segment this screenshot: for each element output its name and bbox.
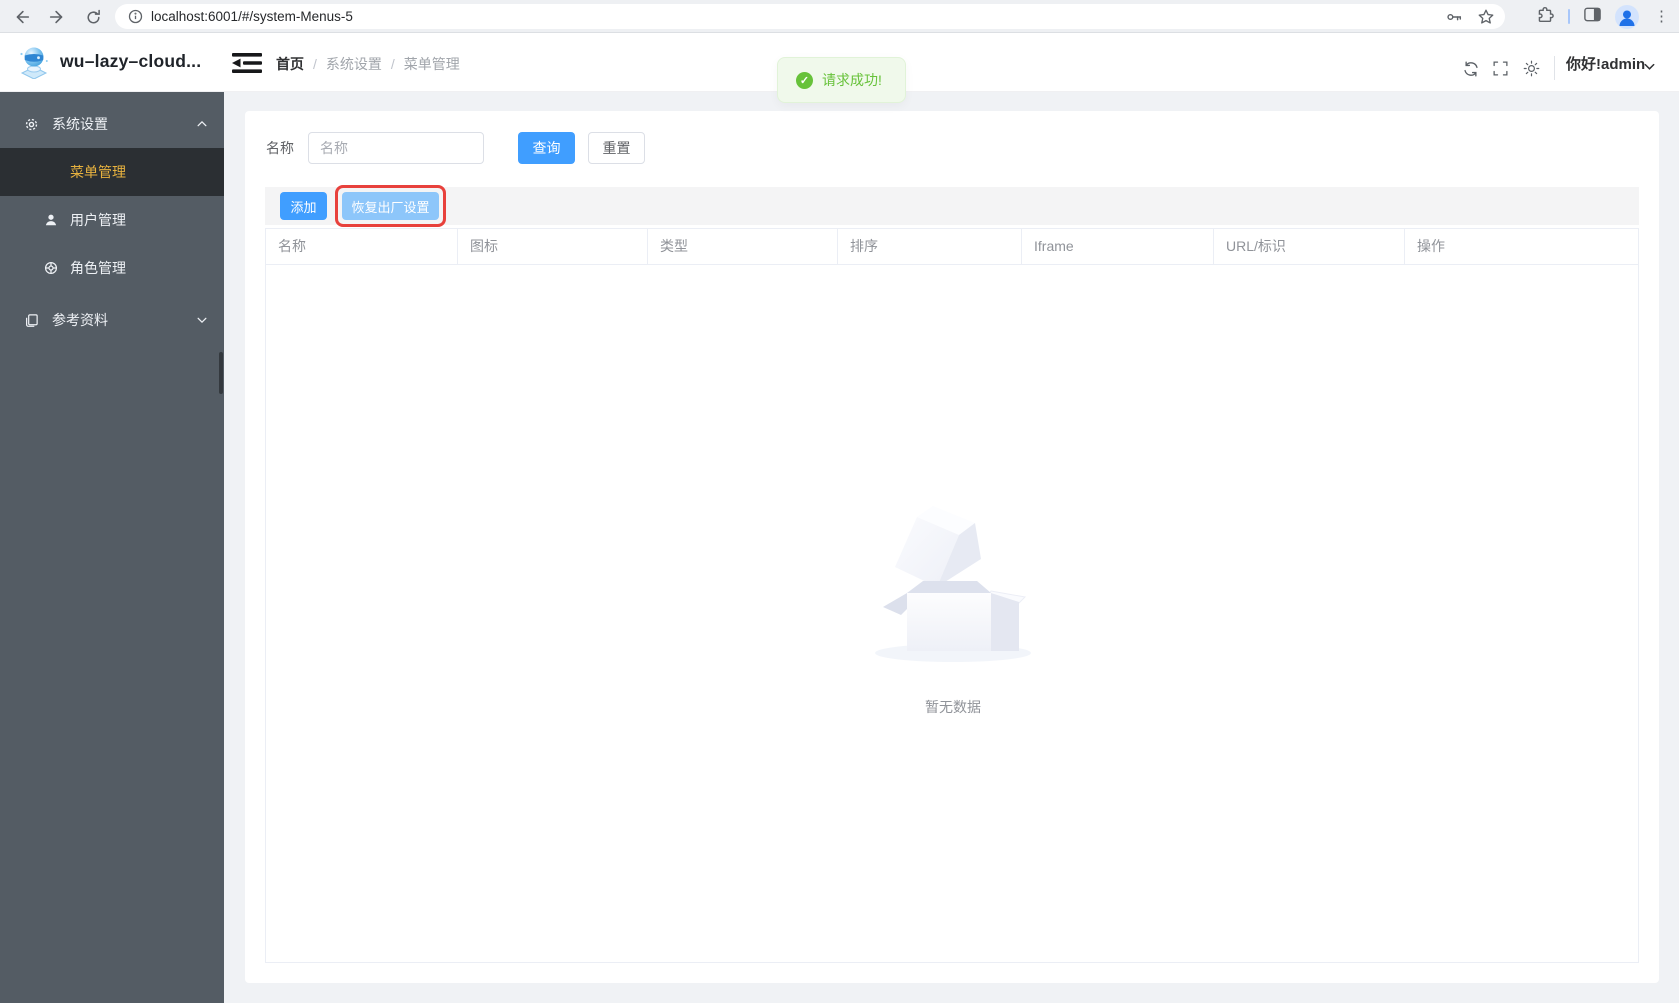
life-ring-icon [44, 261, 58, 275]
site-info-icon[interactable] [128, 9, 143, 29]
table-header-row: 名称 图标 类型 排序 Iframe URL/标识 操作 [266, 229, 1638, 265]
sidebar-item-menu-management[interactable]: 菜单管理 [0, 148, 224, 196]
success-check-icon: ✓ [796, 71, 813, 89]
sidebar-item-label: 角色管理 [70, 260, 126, 276]
breadcrumb: 首页 / 系统设置 / 菜单管理 [276, 54, 460, 74]
breadcrumb-home[interactable]: 首页 [276, 54, 304, 74]
menus-table: 名称 图标 类型 排序 Iframe URL/标识 操作 暂无数据 [265, 228, 1639, 963]
restore-factory-button[interactable]: 恢复出厂设置 [342, 192, 439, 220]
name-filter-label: 名称 [266, 140, 294, 156]
column-header-type[interactable]: 类型 [648, 229, 838, 265]
app-logo [20, 47, 48, 79]
documents-icon [24, 313, 39, 328]
success-toast: ✓ 请求成功! [777, 57, 906, 103]
sidebar-group-reference-materials[interactable]: 参考资料 [0, 296, 224, 344]
sidebar-item-user-management[interactable]: 用户管理 [0, 196, 224, 244]
browser-toolbar: localhost:6001/#/system-Menus-5 ⋮ [0, 0, 1679, 33]
tab-group-divider [1568, 9, 1570, 24]
sidebar-scrollbar-thumb[interactable] [219, 352, 223, 394]
sidebar-group-label: 参考资料 [52, 312, 108, 328]
fullscreen-icon[interactable] [1492, 60, 1510, 78]
sidebar-group-label: 系统设置 [52, 116, 108, 132]
url-text: localhost:6001/#/system-Menus-5 [151, 9, 353, 24]
gear-icon [24, 117, 39, 132]
sidebar-item-label: 菜单管理 [70, 164, 126, 180]
app-title: wu–lazy–cloud... [60, 51, 202, 71]
browser-back-icon[interactable] [12, 7, 32, 27]
reset-button[interactable]: 重置 [588, 132, 645, 164]
browser-menu-icon[interactable]: ⋮ [1652, 5, 1671, 29]
breadcrumb-page[interactable]: 菜单管理 [404, 54, 460, 74]
breadcrumb-section[interactable]: 系统设置 [326, 54, 382, 74]
password-key-icon[interactable] [1445, 8, 1463, 31]
column-header-url[interactable]: URL/标识 [1214, 229, 1405, 265]
theme-sun-icon[interactable] [1523, 60, 1541, 78]
sidebar: 系统设置 菜单管理 用户管理 角色管理 参考资料 [0, 92, 224, 1003]
sidebar-group-system-settings[interactable]: 系统设置 [0, 100, 224, 148]
column-header-iframe[interactable]: Iframe [1022, 229, 1214, 265]
empty-text: 暂无数据 [925, 699, 981, 715]
breadcrumb-separator: / [313, 56, 317, 72]
column-header-sort[interactable]: 排序 [838, 229, 1022, 265]
column-header-name[interactable]: 名称 [266, 229, 458, 265]
chevron-up-icon [196, 118, 208, 130]
side-panel-icon[interactable] [1583, 5, 1602, 29]
refresh-icon[interactable] [1462, 60, 1480, 78]
column-header-icon[interactable]: 图标 [458, 229, 648, 265]
breadcrumb-separator: / [390, 56, 395, 72]
sidebar-item-label: 用户管理 [70, 212, 126, 228]
empty-box-illustration [875, 506, 1031, 662]
extensions-icon[interactable] [1536, 5, 1555, 29]
toast-message: 请求成功! [822, 72, 882, 88]
column-header-actions[interactable]: 操作 [1405, 229, 1638, 265]
chevron-down-icon[interactable] [1643, 60, 1656, 78]
bookmark-star-icon[interactable] [1477, 8, 1495, 31]
address-bar[interactable]: localhost:6001/#/system-Menus-5 [115, 4, 1505, 29]
sidebar-collapse-icon[interactable] [232, 52, 262, 74]
user-icon [44, 213, 58, 227]
browser-forward-icon[interactable] [47, 7, 67, 27]
table-toolbar [265, 187, 1639, 225]
name-filter-input[interactable] [308, 132, 484, 164]
header-divider [1554, 56, 1555, 80]
add-button[interactable]: 添加 [280, 192, 327, 220]
browser-profile-avatar[interactable] [1615, 4, 1639, 29]
screen: localhost:6001/#/system-Menus-5 ⋮ wu–laz… [0, 0, 1679, 1003]
query-button[interactable]: 查询 [518, 132, 575, 164]
chevron-down-icon [196, 314, 208, 326]
browser-reload-icon[interactable] [83, 7, 103, 27]
user-greeting[interactable]: 你好!admin [1566, 53, 1645, 74]
sidebar-item-role-management[interactable]: 角色管理 [0, 244, 224, 292]
